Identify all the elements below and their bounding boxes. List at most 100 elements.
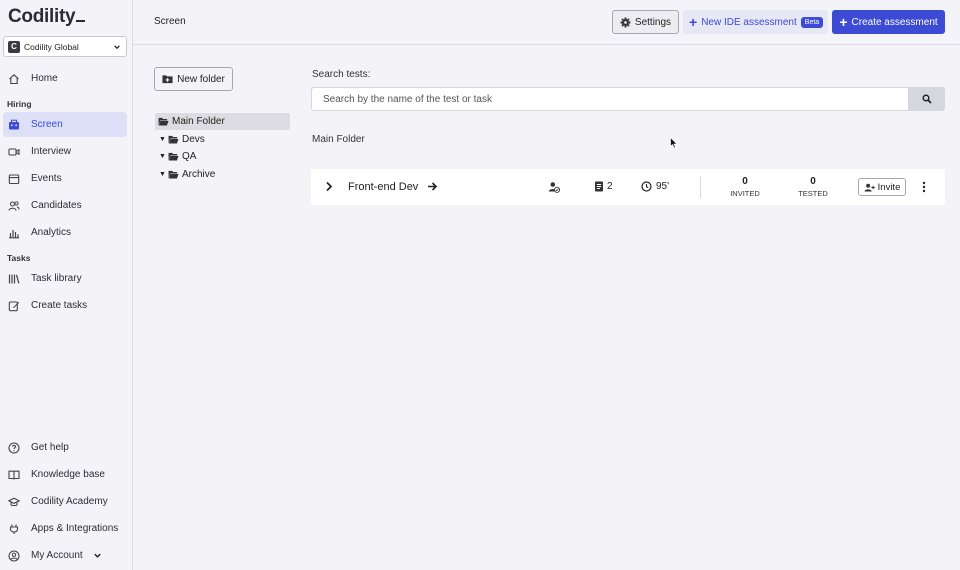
search-button[interactable] xyxy=(908,87,945,111)
new-ide-label: New IDE assessment xyxy=(701,16,797,28)
sidebar-item-create-tasks[interactable]: Create tasks xyxy=(3,293,127,318)
user-plus-icon xyxy=(864,183,875,192)
edit-icon xyxy=(8,300,20,311)
document-icon xyxy=(595,181,603,192)
graduation-cap-icon xyxy=(8,497,20,506)
sidebar-item-screen[interactable]: Screen xyxy=(3,112,127,137)
user-check-icon xyxy=(548,182,560,193)
org-badge: C xyxy=(8,40,20,53)
folder-label: Archive xyxy=(182,169,216,180)
sidebar-item-label: Interview xyxy=(31,146,72,157)
search-input[interactable] xyxy=(311,87,909,111)
caret-down-icon[interactable]: ▼ xyxy=(159,153,168,160)
arrow-right-icon[interactable] xyxy=(427,181,438,192)
top-bar: Screen Settings + New IDE assessment Bet… xyxy=(133,0,960,45)
sidebar-item-label: Create tasks xyxy=(31,300,88,311)
sidebar-item-label: Candidates xyxy=(31,200,82,211)
folder-open-icon xyxy=(168,152,179,161)
invite-button[interactable]: Invite xyxy=(858,178,906,196)
sidebar-item-candidates[interactable]: Candidates xyxy=(3,193,127,218)
sidebar-item-apps[interactable]: Apps & Integrations xyxy=(3,516,127,541)
sidebar-item-events[interactable]: Events xyxy=(3,166,127,191)
tested-label: TESTED xyxy=(798,189,828,198)
sidebar: Codility C Codility Global Home Hiring S… xyxy=(0,0,133,570)
invited-stat[interactable]: 0 INVITED xyxy=(720,176,770,198)
task-count: 2 xyxy=(607,181,613,192)
plus-icon: + xyxy=(839,14,848,30)
row-divider xyxy=(700,176,701,198)
logo-underscore xyxy=(76,20,86,22)
section-label-hiring: Hiring xyxy=(7,99,32,109)
help-circle-icon xyxy=(8,441,20,454)
folder-main[interactable]: Main Folder xyxy=(155,113,290,130)
search-label: Search tests: xyxy=(312,69,371,80)
sidebar-item-get-help[interactable]: Get help xyxy=(3,435,127,460)
caret-down-icon[interactable]: ▼ xyxy=(159,171,168,178)
settings-label: Settings xyxy=(634,16,672,28)
invite-label: Invite xyxy=(877,181,901,193)
folder-open-icon xyxy=(168,135,179,144)
current-folder-title: Main Folder xyxy=(312,134,365,145)
test-row[interactable]: Front-end Dev 2 95' 0 INVITED 0 TESTED I… xyxy=(311,169,945,205)
sidebar-item-label: Home xyxy=(31,73,58,84)
create-assessment-button[interactable]: + Create assessment xyxy=(832,10,945,34)
folder-plus-icon xyxy=(162,75,173,84)
org-selector[interactable]: C Codility Global xyxy=(3,36,127,57)
sidebar-item-label: Apps & Integrations xyxy=(31,523,119,534)
gear-icon xyxy=(620,17,631,27)
create-assessment-label: Create assessment xyxy=(851,16,938,28)
sidebar-item-label: Events xyxy=(31,173,62,184)
section-label-tasks: Tasks xyxy=(7,253,31,263)
sidebar-item-analytics[interactable]: Analytics xyxy=(3,220,127,245)
codility-logo[interactable]: Codility xyxy=(8,6,86,28)
bar-chart-icon xyxy=(9,229,19,238)
sidebar-item-task-library[interactable]: Task library xyxy=(3,266,127,291)
folder-label: Devs xyxy=(182,134,205,145)
sidebar-item-account[interactable]: My Account xyxy=(3,543,127,568)
chevron-down-icon xyxy=(114,44,120,49)
mouse-cursor-icon xyxy=(670,137,678,149)
book-icon xyxy=(8,470,20,480)
tested-stat[interactable]: 0 TESTED xyxy=(788,176,838,198)
org-name: Codility Global xyxy=(24,41,79,52)
beta-badge: Beta xyxy=(800,16,824,28)
logo-text: Codility xyxy=(8,6,76,27)
sidebar-item-label: Codility Academy xyxy=(31,496,108,507)
tested-count: 0 xyxy=(810,176,816,187)
folder-open-icon xyxy=(158,117,169,126)
sidebar-item-label: Task library xyxy=(31,273,82,284)
sidebar-item-label: Analytics xyxy=(31,227,72,238)
new-folder-button[interactable]: New folder xyxy=(154,67,233,91)
test-name[interactable]: Front-end Dev xyxy=(348,181,418,193)
sidebar-item-interview[interactable]: Interview xyxy=(3,139,127,164)
sidebar-item-knowledge-base[interactable]: Knowledge base xyxy=(3,462,127,487)
video-icon xyxy=(8,147,20,156)
clock-icon xyxy=(641,181,652,192)
screen-icon xyxy=(9,119,19,129)
new-ide-assessment-button[interactable]: + New IDE assessment Beta xyxy=(683,10,828,34)
folder-qa[interactable]: ▼ QA xyxy=(159,148,196,165)
more-vertical-icon[interactable] xyxy=(921,180,927,194)
caret-down-icon[interactable]: ▼ xyxy=(159,136,168,143)
sidebar-item-label: My Account xyxy=(31,550,83,561)
user-circle-icon xyxy=(8,549,20,562)
chevron-right-icon[interactable] xyxy=(325,181,333,192)
sidebar-item-label: Knowledge base xyxy=(31,469,105,480)
chevron-down-icon xyxy=(93,553,101,558)
sidebar-item-label: Get help xyxy=(31,442,69,453)
settings-button[interactable]: Settings xyxy=(612,10,679,34)
calendar-icon xyxy=(8,173,20,184)
sidebar-item-academy[interactable]: Codility Academy xyxy=(3,489,127,514)
library-icon xyxy=(8,274,20,283)
invited-label: INVITED xyxy=(730,189,760,198)
users-icon xyxy=(8,200,20,211)
test-duration: 95' xyxy=(656,181,670,192)
sidebar-item-home[interactable]: Home xyxy=(3,66,127,91)
sidebar-item-label: Screen xyxy=(31,119,63,130)
page-title: Screen xyxy=(154,16,186,27)
plus-icon: + xyxy=(689,14,698,30)
home-icon xyxy=(9,73,19,84)
folder-archive[interactable]: ▼ Archive xyxy=(159,166,215,183)
folder-devs[interactable]: ▼ Devs xyxy=(159,131,205,148)
search-icon xyxy=(921,94,932,104)
